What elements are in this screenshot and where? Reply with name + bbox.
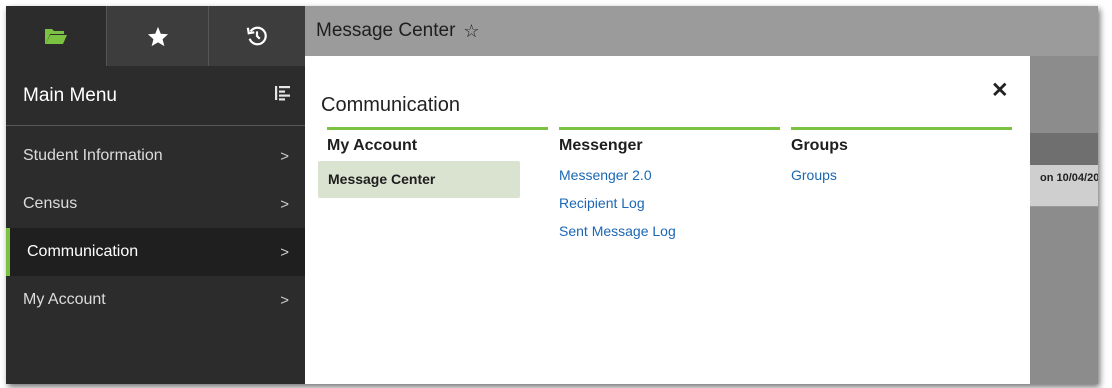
link-recipient-log[interactable]: Recipient Log	[559, 189, 780, 217]
chevron-right-icon: >	[280, 195, 289, 213]
flyout-title: Communication	[321, 94, 460, 116]
column-heading: My Account	[327, 137, 418, 154]
main-menu-list: Student Information > Census > Communica…	[6, 132, 305, 324]
close-button[interactable]: ✕	[991, 78, 1009, 103]
tab-recent[interactable]	[209, 6, 305, 66]
background-row-text: on 10/04/20	[1040, 172, 1098, 184]
link-sent-message-log[interactable]: Sent Message Log	[559, 217, 780, 245]
column-heading: Groups	[791, 137, 848, 154]
column-heading: Messenger	[559, 137, 643, 154]
close-icon: ✕	[991, 79, 1009, 102]
column-divider	[791, 127, 1012, 130]
column-my-account: My Account Message Center	[318, 127, 548, 198]
chevron-right-icon: >	[280, 291, 289, 309]
app-window: Main Menu Student Information > Census >	[6, 6, 1098, 384]
tab-index[interactable]	[6, 6, 107, 66]
sidebar-item-my-account[interactable]: My Account >	[6, 276, 305, 324]
sidebar-item-label: Census	[23, 195, 78, 212]
column-divider	[327, 127, 548, 130]
star-icon	[147, 26, 169, 47]
background-page	[1030, 56, 1098, 384]
link-message-center[interactable]: Message Center	[318, 161, 520, 198]
list-tree-icon[interactable]	[275, 85, 291, 106]
sidebar-item-label: My Account	[23, 291, 106, 308]
page-title: Message Center	[316, 20, 456, 41]
sidebar-item-student-information[interactable]: Student Information >	[6, 132, 305, 180]
sidebar-item-communication[interactable]: Communication >	[6, 228, 305, 276]
main-menu-header: Main Menu	[6, 66, 305, 126]
sidebar-tabs	[6, 6, 305, 66]
page-header: Message Center ☆	[305, 6, 1098, 56]
sidebar-item-label: Communication	[27, 243, 139, 260]
tab-favorites[interactable]	[107, 6, 209, 66]
column-messenger: Messenger Messenger 2.0 Recipient Log Se…	[559, 127, 780, 245]
link-groups[interactable]: Groups	[791, 161, 1012, 189]
folder-open-icon	[44, 26, 68, 46]
communication-flyout: Communication ✕ My Account Message Cente…	[305, 56, 1030, 384]
chevron-right-icon: >	[280, 243, 289, 261]
sidebar: Main Menu Student Information > Census >	[6, 6, 305, 384]
background-table-header	[1030, 133, 1098, 165]
sidebar-item-label: Student Information	[23, 147, 163, 164]
column-groups: Groups Groups	[791, 127, 1012, 189]
main-menu-title: Main Menu	[23, 84, 117, 106]
star-outline-icon[interactable]: ☆	[463, 21, 479, 42]
link-messenger-2[interactable]: Messenger 2.0	[559, 161, 780, 189]
sidebar-item-census[interactable]: Census >	[6, 180, 305, 228]
history-icon	[246, 25, 268, 47]
column-divider	[559, 127, 780, 130]
chevron-right-icon: >	[280, 147, 289, 165]
